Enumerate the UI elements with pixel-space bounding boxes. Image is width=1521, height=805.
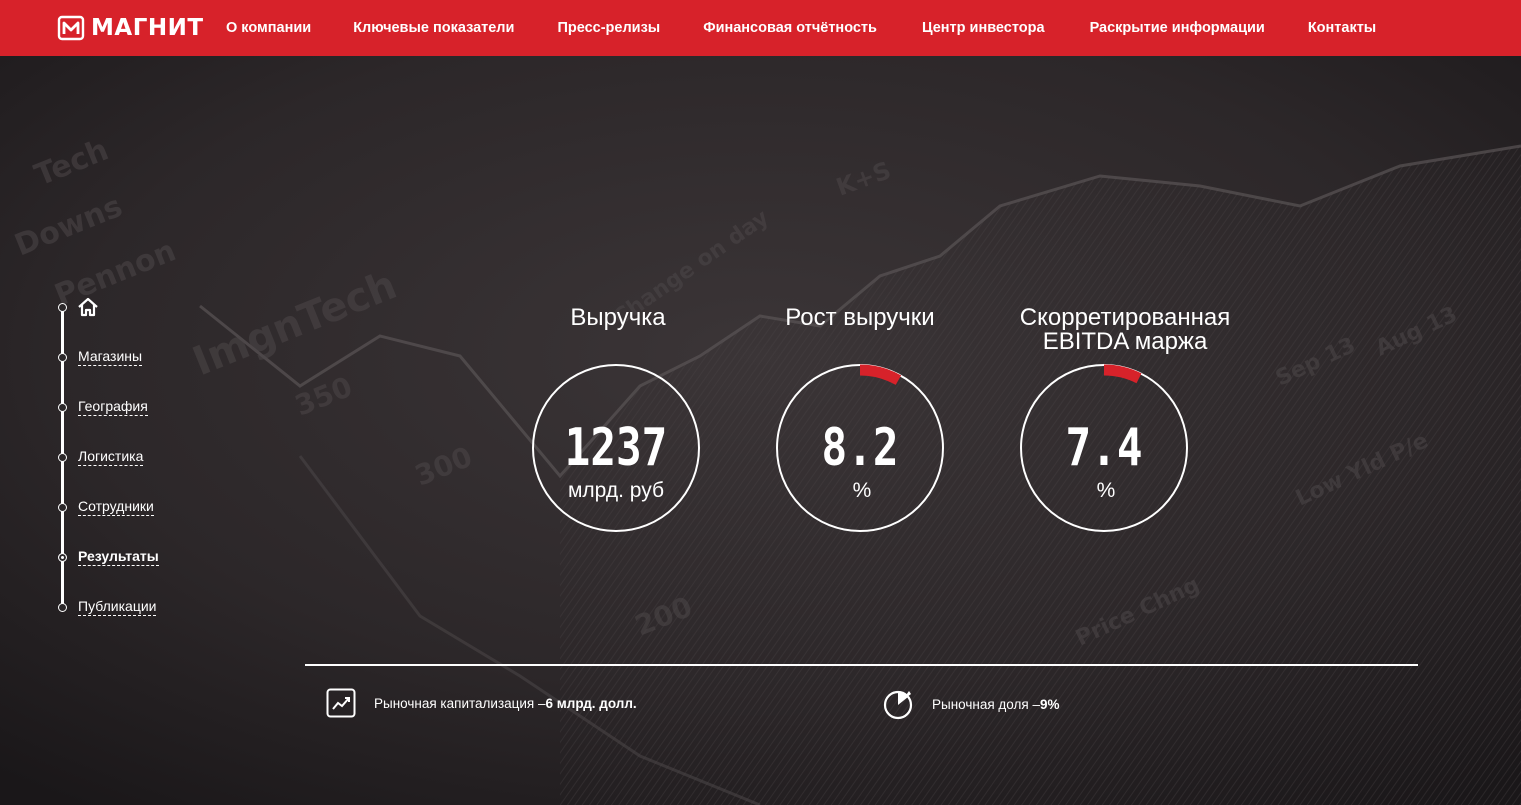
pie-share-icon: [883, 690, 913, 720]
nav-item-press-releases[interactable]: Пресс-релизы: [557, 20, 660, 36]
side-nav-item-publications[interactable]: Публикации: [78, 598, 157, 616]
nav-item-key-indicators[interactable]: Ключевые показатели: [353, 20, 514, 36]
section-side-nav: Магазины География Логистика Сотрудники …: [55, 296, 255, 616]
side-nav-item-stores[interactable]: Магазины: [78, 348, 143, 366]
nav-item-about[interactable]: О компании: [226, 20, 311, 36]
market-cap-label: Рыночная капитализация –: [374, 695, 546, 711]
side-nav-item-logistics[interactable]: Логистика: [78, 448, 144, 466]
nav-item-contacts[interactable]: Контакты: [1308, 20, 1376, 36]
market-share-row: Рыночная доля – 9%: [882, 688, 1059, 720]
top-navigation-bar: МАГНИТ О компании Ключевые показатели Пр…: [0, 0, 1521, 56]
side-nav-item-results[interactable]: Результаты: [78, 548, 159, 566]
divider-line: [305, 664, 1418, 666]
metric-unit-revenue-growth: %: [852, 479, 872, 502]
nav-item-financial-reports[interactable]: Финансовая отчётность: [703, 20, 877, 36]
metric-value-revenue: 1237: [564, 418, 668, 478]
metric-title-revenue: Выручка: [570, 304, 666, 331]
metric-title-ebitda-margin: Скорретированная EBITDA маржа: [1019, 304, 1231, 355]
side-nav-dot[interactable]: [58, 603, 67, 612]
side-nav-dot[interactable]: [58, 303, 67, 312]
metric-title-revenue-growth: Рост выручки: [785, 304, 935, 331]
side-nav-dot[interactable]: [58, 453, 67, 462]
magnit-m-icon: [57, 15, 85, 41]
nav-item-investor-center[interactable]: Центр инвестора: [922, 20, 1045, 36]
market-share-label: Рыночная доля –: [932, 696, 1040, 712]
brand-logo[interactable]: МАГНИТ: [57, 13, 204, 43]
metric-value-ebitda-margin: 7.4: [1065, 418, 1143, 478]
side-nav-item-geography[interactable]: География: [78, 398, 148, 416]
market-share-value: 9%: [1039, 696, 1060, 712]
metric-value-revenue-growth: 8.2: [821, 418, 899, 478]
side-nav-dot[interactable]: [58, 353, 67, 362]
gauge-arc-revenue-growth: [859, 364, 902, 386]
main-nav: О компании Ключевые показатели Пресс-рел…: [226, 0, 1376, 56]
metric-unit-revenue: млрд. руб: [567, 479, 665, 502]
gauge-arc-ebitda-margin: [1103, 364, 1142, 384]
market-cap-row: Рыночная капитализация – 6 млрд. долл.: [326, 688, 637, 718]
metric-unit-ebitda-margin: %: [1096, 479, 1116, 502]
side-nav-item-employees[interactable]: Сотрудники: [78, 498, 154, 516]
side-nav-dot-active[interactable]: [58, 553, 67, 562]
home-icon[interactable]: [77, 296, 99, 318]
trend-chart-icon: [326, 688, 356, 718]
nav-item-disclosure[interactable]: Раскрытие информации: [1090, 20, 1265, 36]
market-cap-value: 6 млрд. долл.: [545, 695, 637, 711]
side-nav-dot[interactable]: [58, 403, 67, 412]
side-nav-dot[interactable]: [58, 503, 67, 512]
brand-name: МАГНИТ: [91, 15, 204, 41]
